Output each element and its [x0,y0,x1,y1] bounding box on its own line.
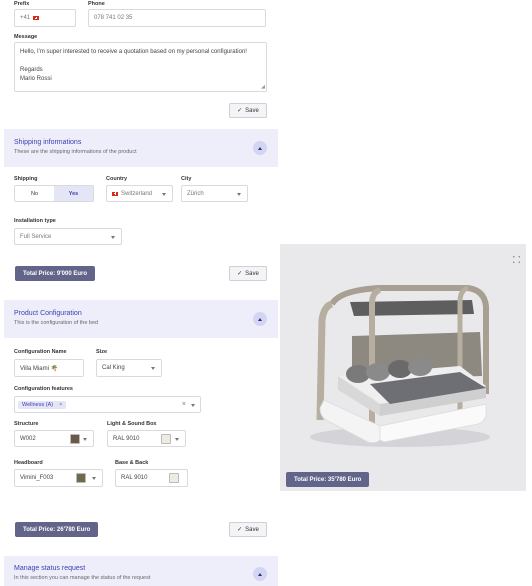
toggle-no[interactable]: No [15,186,54,201]
country-value: Switzerland [121,190,153,197]
headboard-label: Headboard [14,460,43,466]
feature-tag-label: Wellness (A) [22,401,54,408]
lightbox-select[interactable]: RAL 9010 [107,430,186,447]
shipping-title: Shipping informations [14,139,82,146]
chevron-down-icon [111,235,115,239]
chevron-down-icon [162,192,166,196]
chevron-down-icon [92,477,96,480]
clear-icon[interactable]: × [182,401,186,408]
status-collapse-button[interactable] [253,567,267,581]
bed-image [310,285,490,447]
structure-color-swatch [70,434,80,444]
chevron-down-icon [191,403,195,407]
installation-label: Installation type [14,218,56,224]
config-name-label: Configuration Name [14,349,67,355]
shipping-subtitle: These are the shipping informations of t… [14,149,137,155]
headboard-select[interactable]: Vimini_F003 [14,469,103,487]
check-icon: ✓ [237,108,243,114]
headboard-value: Vimini_F003 [20,475,54,481]
status-section-header: Manage status request In this section yo… [4,556,278,586]
resize-handle-icon[interactable]: ◢ [261,84,265,90]
configuration-section-header: Product Configuration This is the config… [4,300,278,338]
swiss-flag-icon [112,191,118,196]
headboard-color-swatch [76,473,86,483]
shipping-save-label: Save [245,270,259,277]
city-label: City [181,176,192,182]
chevron-up-icon [258,572,262,576]
chevron-down-icon [175,437,179,441]
base-color-swatch [169,473,179,483]
shipping-collapse-button[interactable] [253,141,267,155]
shipping-save-button[interactable]: ✓ Save [229,266,267,281]
message-value: Hello, I'm super interested to receive a… [20,49,247,82]
features-label: Configuration features [14,386,73,392]
prefix-value: +41 [20,15,31,21]
preview-total-price: Total Price: 35'780 Euro [286,472,370,487]
status-title: Manage status request [14,565,86,572]
size-value: Cal King [102,365,125,371]
check-icon: ✓ [237,527,243,533]
config-save-button[interactable]: ✓ Save [229,522,267,537]
message-textarea[interactable]: Hello, I'm super interested to receive a… [14,42,267,92]
check-icon: ✓ [237,271,243,277]
structure-select[interactable]: W002 [14,430,94,447]
chevron-down-icon [237,192,241,196]
config-name-value: Villa Miami 🌴 [20,365,59,372]
structure-label: Structure [14,421,39,427]
product-preview-panel: Total Price: 35'780 Euro [280,244,526,491]
base-label: Base & Back [115,460,149,466]
contact-save-button[interactable]: ✓ Save [229,103,267,118]
base-value: RAL 9010 [121,475,148,481]
lightbox-value: RAL 9010 [113,435,140,442]
size-select[interactable]: Cal King [96,359,162,377]
shipping-toggle[interactable]: No Yes [14,185,94,202]
country-label: Country [106,176,128,182]
feature-tag[interactable]: Wellness (A) × [18,400,67,409]
phone-field[interactable]: 078 741 02 35 [88,9,266,27]
phone-value: 078 741 02 35 [94,15,133,21]
base-select[interactable]: RAL 9010 [115,469,188,487]
config-total-price: Total Price: 26'780 Euro [15,522,99,537]
config-name-input[interactable]: Villa Miami 🌴 [14,359,84,377]
chevron-up-icon [258,317,262,321]
installation-value: Full Service [20,233,52,240]
lightbox-label: Light & Sound Box [107,421,157,427]
shipping-section-header: Shipping informations These are the ship… [4,129,278,167]
prefix-label: Prefix [14,1,30,7]
city-value: Zürich [187,190,204,197]
shipping-total-price: Total Price: 9'000 Euro [15,266,96,281]
status-subtitle: In this section you can manage the statu… [14,575,151,581]
structure-value: W002 [20,435,36,442]
remove-tag-icon[interactable]: × [59,402,62,408]
installation-select[interactable]: Full Service [14,228,122,245]
city-select[interactable]: Zürich [181,185,248,202]
contact-save-label: Save [245,107,259,114]
shipping-label: Shipping [14,176,38,182]
country-select[interactable]: Switzerland [106,185,173,202]
features-multiselect[interactable]: Wellness (A) × × [14,396,201,413]
chevron-down-icon [151,367,155,370]
configuration-collapse-button[interactable] [253,312,267,326]
swiss-flag-icon [33,16,40,20]
chevron-down-icon [83,437,87,441]
configuration-subtitle: This is the configuration of the bed [14,320,99,326]
lightbox-color-swatch [161,434,171,444]
phone-label: Phone [88,1,105,7]
config-save-label: Save [245,526,259,533]
configuration-title: Product Configuration [14,310,82,317]
message-label: Message [14,34,38,40]
prefix-field[interactable]: +41 [14,9,76,27]
chevron-up-icon [258,146,262,150]
toggle-yes[interactable]: Yes [54,186,93,201]
size-label: Size [96,349,108,355]
